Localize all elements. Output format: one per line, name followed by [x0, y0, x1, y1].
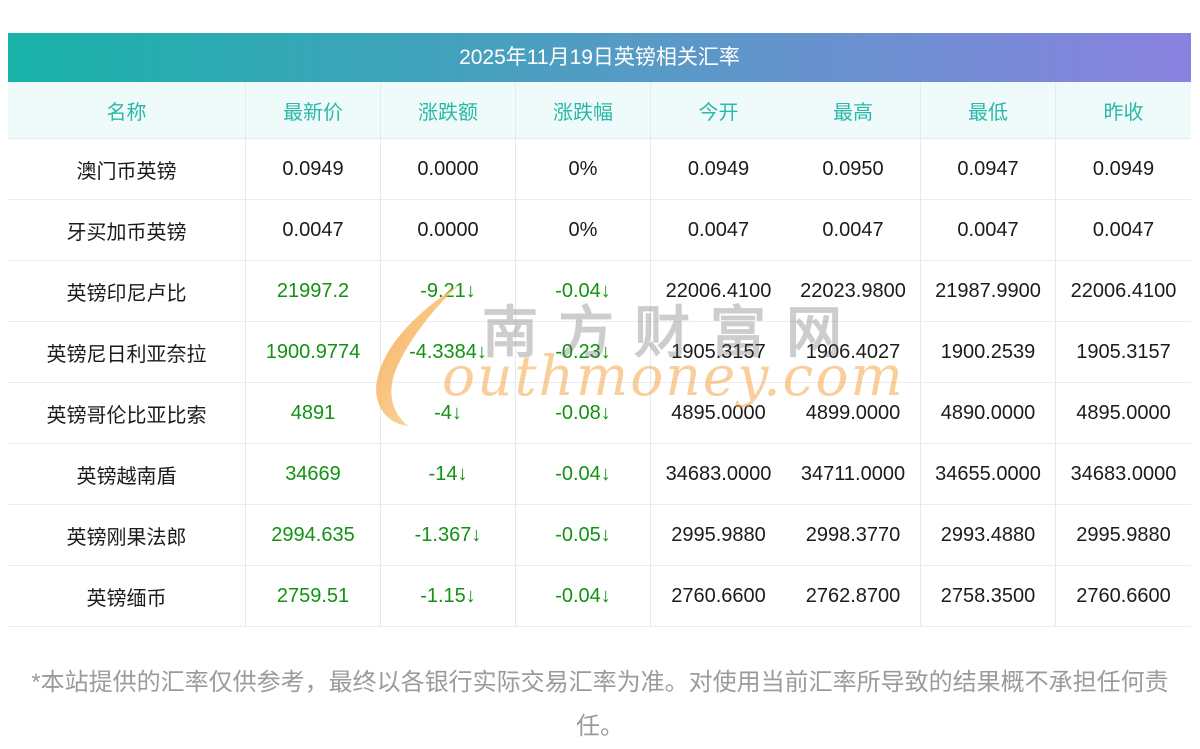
- cell-change-pct: 0%: [516, 139, 651, 199]
- table-row: 澳门币英镑 0.0949 0.0000 0% 0.0949 0.0950 0.0…: [8, 139, 1191, 200]
- cell-prev-close: 22006.4100: [1070, 279, 1177, 302]
- cell-currency-name: 英镑哥伦比亚比索: [8, 383, 246, 443]
- table-row: 牙买加币英镑 0.0047 0.0000 0% 0.0047 0.0047 0.…: [8, 200, 1191, 261]
- table-row: 英镑印尼卢比 21997.2 -9.21↓ -0.04↓ 22006.4100 …: [8, 261, 1191, 322]
- cell-change-pct: -0.04↓: [516, 566, 651, 626]
- cell-prev-close: 2760.6600: [1076, 584, 1171, 607]
- cell-last-price: 0.0047: [246, 200, 381, 260]
- cell-change-amount: -14↓: [381, 444, 516, 504]
- rate-table-card: 2025年11月19日英镑相关汇率 名称 最新价 涨跌额 涨跌幅 今开 最高 最…: [8, 33, 1191, 627]
- cell-prev-close: 0.0047: [1092, 218, 1155, 241]
- cell-change-pct: -0.08↓: [516, 383, 651, 443]
- cell-low: 2758.3500: [921, 566, 1056, 626]
- cell-high: 2998.3770: [786, 505, 921, 565]
- cell-change-amount: -1.15↓: [381, 566, 516, 626]
- cell-last-price: 4891: [246, 383, 381, 443]
- cell-low: 0.0047: [921, 200, 1056, 260]
- table-row: 英镑哥伦比亚比索 4891 -4↓ -0.08↓ 4895.0000 4899.…: [8, 383, 1191, 444]
- col-header-last: 最新价: [246, 82, 381, 138]
- cell-currency-name: 英镑印尼卢比: [8, 261, 246, 321]
- cell-change-amount: -4↓: [381, 383, 516, 443]
- table-row: 英镑刚果法郎 2994.635 -1.367↓ -0.05↓ 2995.9880…: [8, 505, 1191, 566]
- cell-change-pct: -0.23↓: [516, 322, 651, 382]
- cell-change-amount: 0.0000: [381, 200, 516, 260]
- cell-open: 0.0949: [687, 157, 750, 180]
- cell-prev-close: 2995.9880: [1076, 523, 1171, 546]
- cell-low: 34655.0000: [921, 444, 1056, 504]
- disclaimer-text: *本站提供的汇率仅供参考，最终以各银行实际交易汇率为准。对使用当前汇率所导致的结…: [31, 669, 1169, 740]
- cell-low: 0.0947: [921, 139, 1056, 199]
- cell-change-amount: -1.367↓: [381, 505, 516, 565]
- cell-high: 0.0047: [786, 200, 921, 260]
- col-header-change: 涨跌额: [381, 82, 516, 138]
- cell-open: 34683.0000: [665, 462, 772, 485]
- table-row: 英镑尼日利亚奈拉 1900.9774 -4.3384↓ -0.23↓ 1905.…: [8, 322, 1191, 383]
- cell-currency-name: 英镑尼日利亚奈拉: [8, 322, 246, 382]
- cell-low: 1900.2539: [921, 322, 1056, 382]
- cell-last-price: 2994.635: [246, 505, 381, 565]
- cell-prev-close: 34683.0000: [1070, 462, 1177, 485]
- cell-change-amount: -9.21↓: [381, 261, 516, 321]
- cell-change-amount: -4.3384↓: [381, 322, 516, 382]
- cell-currency-name: 牙买加币英镑: [8, 200, 246, 260]
- cell-high: 2762.8700: [786, 566, 921, 626]
- cell-prev-close: 1905.3157: [1076, 340, 1171, 363]
- cell-high: 0.0950: [786, 139, 921, 199]
- table-header-row: 名称 最新价 涨跌额 涨跌幅 今开 最高 最低 昨收: [8, 82, 1191, 139]
- col-header-pct: 涨跌幅: [516, 82, 651, 138]
- cell-currency-name: 英镑刚果法郎: [8, 505, 246, 565]
- cell-open: 2995.9880: [671, 523, 766, 546]
- cell-currency-name: 英镑缅币: [8, 566, 246, 626]
- table-row: 英镑缅币 2759.51 -1.15↓ -0.04↓ 2760.6600 276…: [8, 566, 1191, 627]
- cell-open: 22006.4100: [665, 279, 772, 302]
- cell-change-pct: -0.05↓: [516, 505, 651, 565]
- table-title: 2025年11月19日英镑相关汇率: [8, 33, 1191, 82]
- cell-prev-close: 4895.0000: [1076, 401, 1171, 424]
- cell-open: 2760.6600: [671, 584, 766, 607]
- table-row: 英镑越南盾 34669 -14↓ -0.04↓ 34683.0000 34711…: [8, 444, 1191, 505]
- cell-open: 4895.0000: [671, 401, 766, 424]
- cell-last-price: 0.0949: [246, 139, 381, 199]
- cell-high: 34711.0000: [786, 444, 921, 504]
- cell-high: 4899.0000: [786, 383, 921, 443]
- cell-change-pct: 0%: [516, 200, 651, 260]
- cell-currency-name: 澳门币英镑: [8, 139, 246, 199]
- col-header-name: 名称: [8, 82, 246, 138]
- cell-last-price: 1900.9774: [246, 322, 381, 382]
- cell-last-price: 21997.2: [246, 261, 381, 321]
- cell-change-amount: 0.0000: [381, 139, 516, 199]
- cell-change-pct: -0.04↓: [516, 261, 651, 321]
- col-header-high: 最高: [786, 82, 921, 138]
- cell-low: 21987.9900: [921, 261, 1056, 321]
- cell-open: 0.0047: [687, 218, 750, 241]
- cell-high: 1906.4027: [786, 322, 921, 382]
- table-body: 澳门币英镑 0.0949 0.0000 0% 0.0949 0.0950 0.0…: [8, 139, 1191, 627]
- col-header-open: 今开: [698, 101, 739, 124]
- cell-last-price: 2759.51: [246, 566, 381, 626]
- cell-high: 22023.9800: [786, 261, 921, 321]
- cell-prev-close: 0.0949: [1092, 157, 1155, 180]
- col-header-low: 最低: [921, 82, 1056, 138]
- cell-last-price: 34669: [246, 444, 381, 504]
- cell-low: 4890.0000: [921, 383, 1056, 443]
- col-header-prev: 昨收: [1103, 101, 1144, 124]
- cell-open: 1905.3157: [671, 340, 766, 363]
- cell-change-pct: -0.04↓: [516, 444, 651, 504]
- cell-low: 2993.4880: [921, 505, 1056, 565]
- cell-currency-name: 英镑越南盾: [8, 444, 246, 504]
